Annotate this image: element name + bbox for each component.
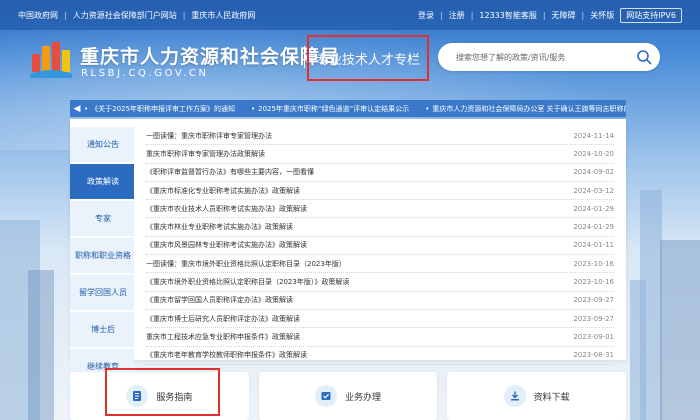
- link-cq-gov[interactable]: 重庆市人民政府网: [191, 10, 255, 21]
- news-ticker: ◀ • 《关于2025年职称申报评审工作方案》的通知 • 2025年重庆市职称“绿色…: [70, 100, 626, 117]
- list-item[interactable]: 《职称评审监督暂行办法》有哪些主要内容，一图看懂 2024-09-02: [146, 164, 614, 182]
- list-item[interactable]: 《重庆市境外职业资格比照认定职称目录（2023年版）》政策解读 2023-10-1…: [146, 273, 614, 292]
- service-guide-card[interactable]: 服务指南: [70, 372, 249, 420]
- list-item[interactable]: 《重庆市标准化专业职称考试实施办法》政策解读 2024-03-12: [146, 182, 614, 201]
- site-logo-icon[interactable]: [30, 38, 72, 78]
- register-link[interactable]: 注册: [449, 10, 465, 21]
- top-links-left: 中国政府网 | 人力资源社会保障部门户网站 | 重庆市人民政府网: [18, 10, 256, 21]
- business-handling-label: 业务办理: [345, 392, 382, 403]
- tab-experts[interactable]: 专家: [70, 201, 134, 236]
- content-panel: 通知公告 政策解读 专家 职称和职业资格 留学回国人员 博士后 继续教育 一图读…: [70, 119, 626, 384]
- service-guide-label: 服务指南: [156, 392, 193, 403]
- site-header: 重庆市人力资源和社会保障局 RLSBJ.CQ.GOV.CN 专业技术人才专栏: [0, 30, 700, 90]
- login-link[interactable]: 登录: [418, 10, 434, 21]
- search-input[interactable]: [456, 52, 636, 62]
- service-12333-link[interactable]: 12333智能客服: [479, 10, 536, 21]
- site-domain: RLSBJ.CQ.GOV.CN: [81, 68, 209, 79]
- tab-policy-interpretation[interactable]: 政策解读: [70, 164, 134, 199]
- list-item[interactable]: 《重庆市农业技术人员职称考试实施办法》政策解读 2024-01-29: [146, 200, 614, 219]
- link-gov-cn[interactable]: 中国政府网: [18, 10, 58, 21]
- ticker-prev-icon[interactable]: ◀: [70, 104, 84, 114]
- guide-icon: [126, 385, 149, 407]
- ticker-item[interactable]: • 2025年重庆市职称“绿色通道”评审认定结果公示: [251, 104, 425, 114]
- tab-notices[interactable]: 通知公告: [70, 127, 134, 162]
- list-item[interactable]: 一图读懂：重庆市职称评审专家管理办法 2024-11-14: [146, 127, 614, 146]
- site-name[interactable]: 重庆市人力资源和社会保障局: [80, 42, 340, 69]
- list-item[interactable]: 重庆市职称评审专家管理办法政策解读 2024-10-20: [146, 145, 614, 164]
- service-cards: 服务指南 业务办理 资料下载: [70, 372, 627, 420]
- tab-postdoc[interactable]: 博士后: [70, 312, 134, 347]
- business-handling-card[interactable]: 业务办理: [258, 372, 438, 420]
- header-divider: [304, 46, 305, 68]
- ipv6-badge: 网站支持IPV6: [620, 7, 682, 23]
- top-bar: 中国政府网 | 人力资源社会保障部门户网站 | 重庆市人民政府网 登录 | 注册…: [0, 0, 700, 30]
- list-item[interactable]: 《重庆市林业专业职称考试实施办法》政策解读 2024-01-29: [146, 218, 614, 237]
- search-box: [438, 43, 660, 71]
- link-mohrss[interactable]: 人力资源社会保障部门户网站: [73, 10, 177, 21]
- ticker-item[interactable]: • 《关于2025年职称申报评审工作方案》的通知: [84, 104, 251, 114]
- ticker-item[interactable]: • 重庆市人力资源和社会保障局办公室 关于确认王旗等同志职称的通知: [425, 104, 626, 114]
- search-icon[interactable]: [636, 49, 652, 65]
- download-label: 资料下载: [533, 392, 570, 403]
- article-list: 一图读懂：重庆市职称评审专家管理办法 2024-11-14 重庆市职称评审专家管理…: [146, 127, 614, 365]
- list-item[interactable]: 《重庆市老年教育学校教师职称申报条件》政策解读 2023-08-31: [146, 347, 614, 365]
- top-links-right: 登录 | 注册 | 12333智能客服 | 无障碍 | 关怀版 网站支持IPV6: [418, 7, 682, 23]
- list-item[interactable]: 重庆市工程技术应急专业职称申报条件》政策解读 2023-09-01: [146, 328, 614, 347]
- sub-column-title[interactable]: 专业技术人才专栏: [307, 35, 429, 81]
- accessibility-link[interactable]: 无障碍: [552, 10, 576, 21]
- tab-titles-qualifications[interactable]: 职称和职业资格: [70, 238, 134, 273]
- list-item[interactable]: 《重庆市博士后研究人员职称评定办法》政策解读 2023-09-27: [146, 310, 614, 329]
- list-item[interactable]: 一图读懂：重庆市境外职业资格比照认定职称目录（2023年版） 2023-10-16: [146, 255, 614, 274]
- tab-returnees[interactable]: 留学回国人员: [70, 275, 134, 310]
- list-item[interactable]: 《重庆市留学回国人员职称评定办法》政策解读 2023-09-27: [146, 292, 614, 310]
- care-mode-link[interactable]: 关怀版: [590, 10, 614, 21]
- list-item[interactable]: 《重庆市风景园林专业职称考试实施办法》政策解读 2024-01-11: [146, 237, 614, 256]
- handle-icon: [315, 385, 337, 407]
- download-card[interactable]: 资料下载: [447, 372, 627, 420]
- category-tabs: 通知公告 政策解读 专家 职称和职业资格 留学回国人员 博士后 继续教育: [70, 127, 134, 386]
- download-icon: [503, 385, 526, 407]
